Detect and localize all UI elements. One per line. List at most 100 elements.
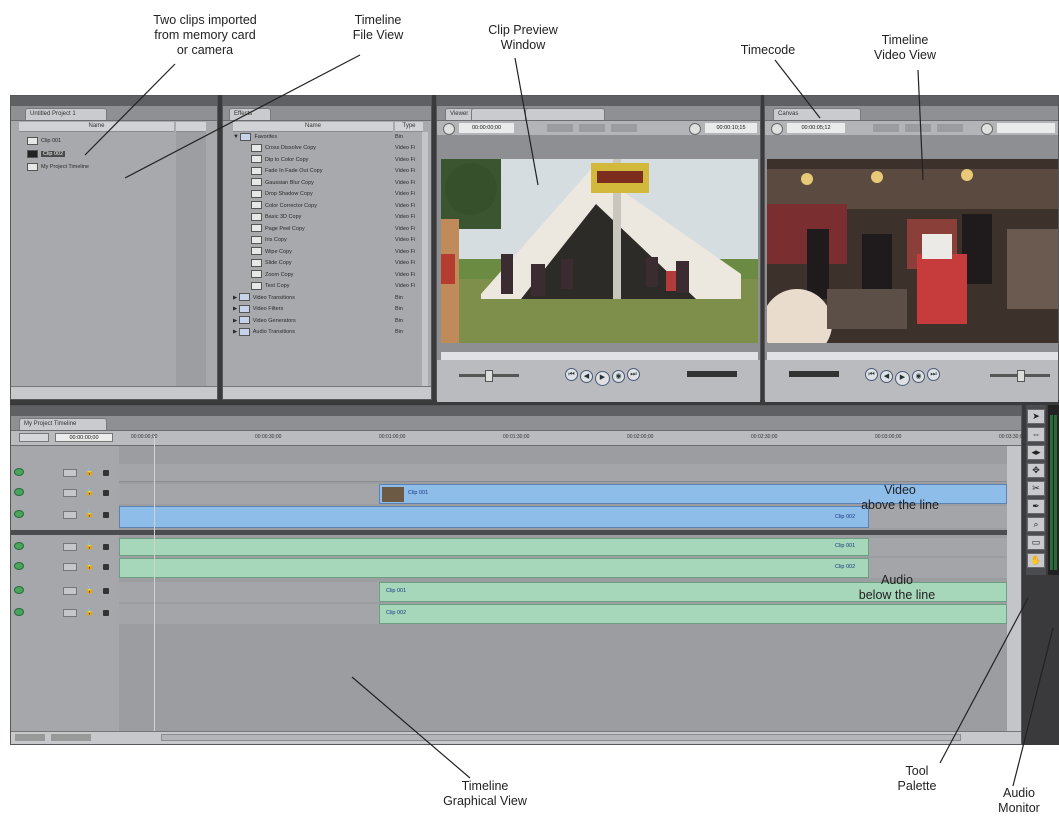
- browser-item-selected[interactable]: Clip 002: [27, 149, 66, 159]
- effects-column-header[interactable]: Name: [233, 122, 393, 132]
- effects-bin[interactable]: ▶ Video Transitions: [233, 293, 295, 303]
- track-destination-control[interactable]: [63, 543, 77, 551]
- auto-select-icon[interactable]: [103, 512, 109, 518]
- pen-tool-icon[interactable]: ✒: [1027, 499, 1045, 514]
- lock-icon[interactable]: 🔒: [85, 608, 94, 616]
- zoom-slider[interactable]: [51, 734, 91, 741]
- effects-item[interactable]: Zoom Copy: [251, 270, 293, 280]
- auto-select-icon[interactable]: [103, 490, 109, 496]
- view-menu[interactable]: [873, 124, 899, 132]
- play-around-button[interactable]: ◉: [912, 370, 925, 383]
- effects-item[interactable]: Color Corrector Copy: [251, 201, 317, 211]
- track-visibility-icon[interactable]: [14, 468, 24, 476]
- blade-tool-icon[interactable]: ✂: [1027, 481, 1045, 496]
- track-destination-control[interactable]: [63, 489, 77, 497]
- auto-select-icon[interactable]: [103, 544, 109, 550]
- canvas-timecode-field[interactable]: 00:00:05;12: [787, 123, 845, 133]
- play-in-to-out-button[interactable]: ◀: [880, 370, 893, 383]
- canvas-duration-field[interactable]: [997, 123, 1055, 133]
- go-to-next-edit-button[interactable]: ⏭: [627, 368, 640, 381]
- edit-select-tool-icon[interactable]: ⇔: [1027, 427, 1045, 442]
- browser-item[interactable]: Clip 001: [27, 136, 61, 146]
- auto-select-icon[interactable]: [103, 470, 109, 476]
- track-height-control[interactable]: [15, 734, 45, 741]
- go-to-previous-edit-button[interactable]: ⏮: [865, 368, 878, 381]
- timeline-ruler[interactable]: 00:00:00;00 00:00:00;00 00:00:30;00 00:01:…: [11, 431, 1025, 446]
- lock-icon[interactable]: 🔒: [85, 586, 94, 594]
- go-to-next-edit-button[interactable]: ⏭: [927, 368, 940, 381]
- auto-select-icon[interactable]: [103, 564, 109, 570]
- track-visibility-icon[interactable]: [14, 542, 24, 550]
- track-visibility-icon[interactable]: [14, 562, 24, 570]
- audio-track-a1-empty[interactable]: [869, 538, 1007, 556]
- track-destination-control[interactable]: [63, 563, 77, 571]
- browser-scrollbar[interactable]: [11, 386, 217, 399]
- lock-icon[interactable]: 🔒: [85, 542, 94, 550]
- razor-tool-icon[interactable]: ◂▸: [1027, 445, 1045, 460]
- playhead-sync-icon[interactable]: [689, 123, 701, 135]
- effects-item[interactable]: Wipe Copy: [251, 247, 292, 257]
- effects-item[interactable]: Fade In Fade Out Copy: [251, 166, 322, 176]
- audio-track-a3-empty[interactable]: [119, 582, 379, 602]
- track-destination-control[interactable]: [63, 609, 77, 617]
- effects-tab[interactable]: Effects: [229, 108, 271, 120]
- lock-icon[interactable]: 🔒: [85, 468, 94, 476]
- zoom-menu[interactable]: [579, 124, 605, 132]
- display-menu[interactable]: [937, 124, 963, 132]
- effects-item[interactable]: Iris Copy: [251, 235, 287, 245]
- timeline-scrollbar[interactable]: [161, 734, 961, 741]
- browser-tab[interactable]: Untitled Project 1: [25, 108, 107, 120]
- video-track-v2-empty[interactable]: [119, 484, 379, 504]
- slip-tool-icon[interactable]: ✥: [1027, 463, 1045, 478]
- jog-control[interactable]: [687, 371, 737, 377]
- auto-select-icon[interactable]: [103, 588, 109, 594]
- canvas-scrubber-bar[interactable]: [767, 352, 1058, 360]
- effects-hscrollbar[interactable]: [223, 386, 431, 399]
- lock-icon[interactable]: 🔒: [85, 562, 94, 570]
- viewer-scrubber-bar[interactable]: [441, 352, 758, 360]
- effects-item[interactable]: Page Peel Copy: [251, 224, 305, 234]
- video-clip-002[interactable]: Clip 002: [119, 506, 869, 528]
- viewer-duration-field[interactable]: 00:00:00;00: [459, 123, 514, 133]
- effects-bin[interactable]: ▶ Video Filters: [233, 304, 283, 314]
- browser-column-header-2[interactable]: [176, 122, 206, 132]
- zoom-menu[interactable]: [905, 124, 931, 132]
- canvas-tab[interactable]: Canvas: [773, 108, 861, 120]
- effects-item[interactable]: Basic 3D Copy: [251, 212, 301, 222]
- zoom-icon[interactable]: [443, 123, 455, 135]
- play-in-to-out-button[interactable]: ◀: [580, 370, 593, 383]
- jog-control[interactable]: [789, 371, 839, 377]
- track-destination-control[interactable]: [63, 587, 77, 595]
- track-visibility-icon[interactable]: [14, 488, 24, 496]
- effects-bin[interactable]: ▶ Video Generators: [233, 316, 296, 326]
- viewer-video-frame[interactable]: [441, 159, 758, 343]
- video-audio-divider[interactable]: [11, 530, 1007, 535]
- view-menu[interactable]: [547, 124, 573, 132]
- auto-select-icon[interactable]: [103, 610, 109, 616]
- selection-tool-icon[interactable]: ➤: [1027, 409, 1045, 424]
- effects-item[interactable]: Dip to Color Copy: [251, 155, 308, 165]
- lock-icon[interactable]: 🔒: [85, 488, 94, 496]
- effects-bin[interactable]: ▶ Audio Transitions: [233, 327, 295, 337]
- audio-clip-a2[interactable]: Clip 002: [119, 558, 869, 578]
- hand-tool-icon[interactable]: ✋: [1027, 553, 1045, 568]
- playhead[interactable]: [154, 436, 155, 731]
- track-visibility-icon[interactable]: [14, 608, 24, 616]
- browser-item[interactable]: My Project Timeline: [27, 162, 89, 172]
- effects-item[interactable]: Cross Dissolve Copy: [251, 143, 316, 153]
- timeline-timecode-field[interactable]: 00:00:00;00: [55, 433, 113, 442]
- timeline-tab[interactable]: My Project Timeline: [19, 418, 107, 430]
- lock-icon[interactable]: 🔒: [85, 510, 94, 518]
- shuttle-handle[interactable]: [485, 370, 493, 382]
- shuttle-handle[interactable]: [1017, 370, 1025, 382]
- track-destination-control[interactable]: [63, 511, 77, 519]
- effects-item[interactable]: Gaussian Blur Copy: [251, 178, 314, 188]
- zoom-tool-icon[interactable]: ⌕: [1027, 517, 1045, 532]
- effects-item[interactable]: Slide Copy: [251, 258, 292, 268]
- viewer-tab-3[interactable]: [525, 108, 605, 120]
- play-button[interactable]: ▶: [895, 371, 910, 386]
- effects-scrollbar[interactable]: [422, 132, 428, 387]
- play-around-button[interactable]: ◉: [612, 370, 625, 383]
- viewer-tab-2[interactable]: [471, 108, 531, 120]
- audio-clip-a4[interactable]: Clip 002: [379, 604, 1007, 624]
